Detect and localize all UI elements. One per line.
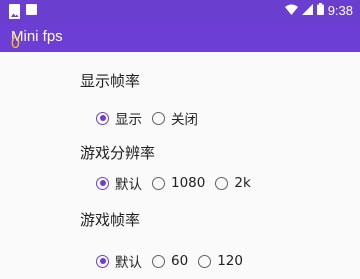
radio-option-default[interactable]: 默认	[96, 173, 142, 193]
radio-button[interactable]	[215, 176, 229, 190]
section-title-show-fps: 显示帧率	[80, 72, 141, 90]
radio-button[interactable]	[96, 176, 109, 190]
radio-label: 2k	[234, 175, 251, 191]
radio-button[interactable]	[96, 111, 109, 125]
section-title-game-fps: 游戏帧率	[80, 211, 141, 229]
radio-label: 120	[217, 253, 243, 269]
fps-overlay: 0	[11, 35, 20, 52]
radio-group-game-fps: 默认 60 120	[96, 251, 253, 271]
signal-icon	[301, 3, 313, 18]
app-bar: Mini fps	[0, 24, 360, 52]
radio-group-show-fps: 显示 关闭	[96, 108, 208, 128]
radio-label: 1080	[171, 175, 206, 191]
radio-label: 关闭	[171, 112, 198, 128]
battery-icon	[316, 3, 324, 18]
radio-label: 60	[171, 253, 189, 269]
notification-icon	[26, 4, 37, 15]
radio-group-resolution: 默认 1080 2k	[96, 173, 261, 193]
status-system: 9:38	[284, 3, 353, 18]
wifi-icon	[284, 3, 298, 18]
radio-option-2k[interactable]: 2k	[215, 175, 251, 191]
radio-option-show[interactable]: 显示	[96, 108, 142, 128]
radio-button[interactable]	[198, 254, 212, 268]
section-title-resolution: 游戏分辨率	[80, 144, 156, 162]
radio-option-off[interactable]: 关闭	[152, 108, 198, 128]
radio-button[interactable]	[96, 254, 109, 268]
radio-label: 显示	[115, 112, 142, 128]
status-time: 9:38	[327, 3, 353, 18]
radio-label: 默认	[115, 255, 142, 271]
radio-button[interactable]	[152, 254, 165, 268]
radio-button[interactable]	[152, 111, 165, 125]
radio-button[interactable]	[152, 176, 165, 190]
radio-option-120[interactable]: 120	[198, 253, 243, 269]
status-notifications	[9, 4, 37, 19]
radio-label: 默认	[115, 177, 142, 193]
radio-option-60[interactable]: 60	[152, 253, 188, 269]
radio-option-1080[interactable]: 1080	[152, 175, 205, 191]
radio-option-default-fps[interactable]: 默认	[96, 251, 142, 271]
image-icon	[9, 4, 20, 19]
status-bar: 9:38	[0, 0, 360, 24]
